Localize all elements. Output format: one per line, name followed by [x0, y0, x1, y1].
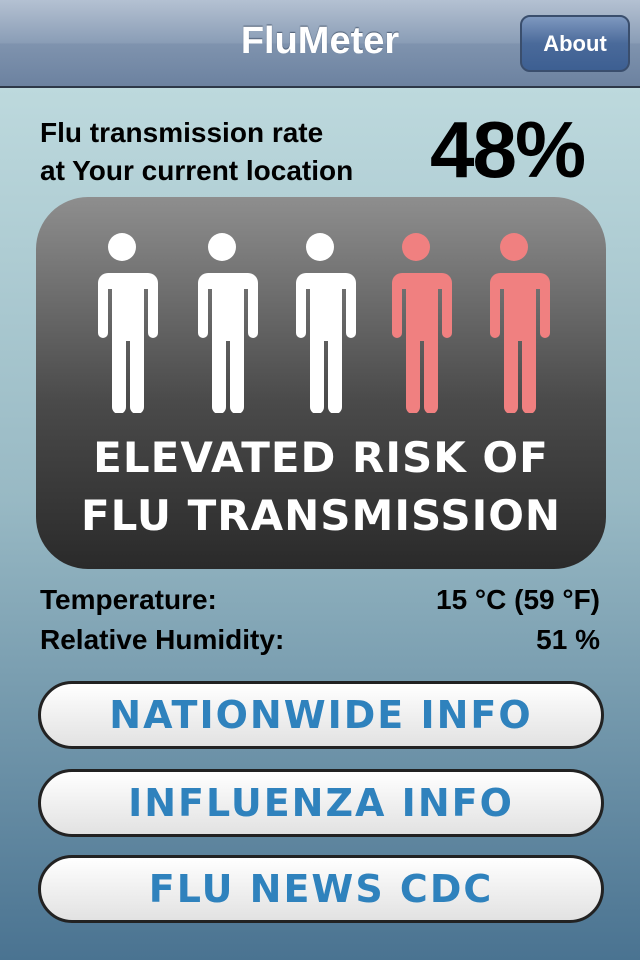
influenza-info-button[interactable]: INFLUENZA INFO — [38, 769, 604, 837]
person-figures — [96, 233, 550, 413]
flu-news-cdc-button[interactable]: FLU NEWS CDC — [38, 855, 604, 923]
humidity-row: Relative Humidity: 51 % — [40, 624, 600, 656]
nationwide-info-button[interactable]: NATIONWIDE INFO — [38, 681, 604, 749]
humidity-label: Relative Humidity: — [40, 624, 285, 655]
person-affected-icon — [390, 233, 452, 413]
risk-panel: ELEVATED RISK OF FLU TRANSMISSION — [36, 197, 606, 569]
about-button[interactable]: About — [520, 15, 630, 72]
rate-label-line2: at Your current location — [40, 155, 354, 186]
risk-line1: ELEVATED RISK OF — [93, 433, 549, 482]
temperature-label: Temperature: — [40, 584, 217, 615]
transmission-rate-label: Flu transmission rate at Your current lo… — [40, 114, 353, 190]
navigation-bar: FluMeter About — [0, 0, 640, 88]
person-icon — [196, 233, 258, 413]
person-icon — [96, 233, 158, 413]
risk-line2: FLU TRANSMISSION — [80, 491, 562, 540]
temperature-value: 15 °C (59 °F) — [436, 584, 600, 615]
humidity-value: 51 % — [536, 624, 600, 655]
rate-label-line1: Flu transmission rate — [40, 117, 324, 148]
risk-text: ELEVATED RISK OF FLU TRANSMISSION — [36, 429, 606, 545]
person-affected-icon — [488, 233, 550, 413]
person-icon — [294, 233, 356, 413]
temperature-row: Temperature: 15 °C (59 °F) — [40, 584, 600, 616]
transmission-rate-value: 48% — [430, 105, 586, 194]
